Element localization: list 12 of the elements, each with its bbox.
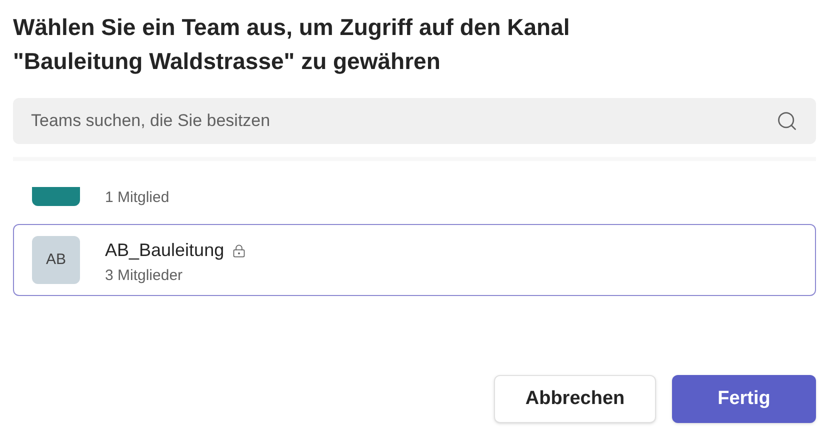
cancel-button[interactable]: Abbrechen	[494, 375, 656, 423]
team-item[interactable]: 1 Mitglied	[13, 187, 816, 218]
member-count: 3 Mitglieder	[105, 266, 184, 286]
search-icon	[776, 110, 798, 132]
search-box[interactable]: Teams suchen, die Sie besitzen	[13, 98, 816, 144]
team-name: AB_Bauleitung	[105, 239, 224, 262]
dialog-title: Wählen Sie ein Team aus, um Zugriff auf den Kanal "Bauleitung Waldstrasse" zu gewähren	[13, 13, 571, 76]
member-count: 1 Mitglied	[105, 188, 170, 208]
team-item[interactable]: AB AB_Bauleitung 3 Mitglieder	[13, 224, 816, 296]
team-avatar: AB	[32, 236, 80, 284]
done-button[interactable]: Fertig	[672, 375, 816, 423]
search-field[interactable]: Teams suchen, die Sie besitzen	[31, 108, 776, 134]
